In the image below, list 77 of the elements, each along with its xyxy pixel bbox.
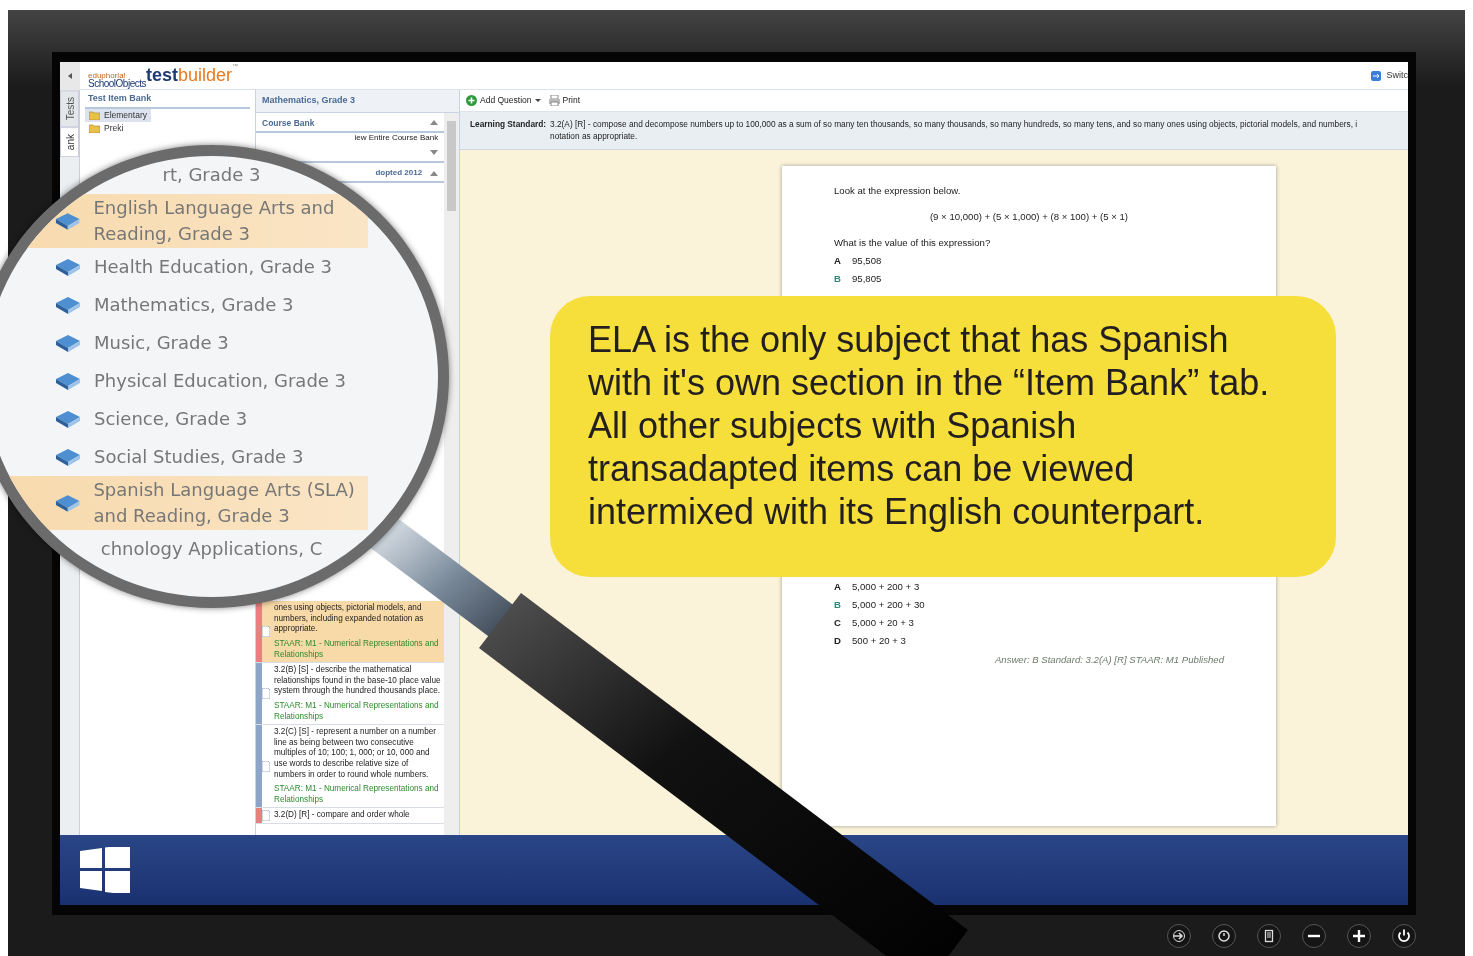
choice-text: 95,805	[852, 271, 882, 286]
choice-letter: D	[834, 633, 842, 648]
course-bank-link[interactable]: iew Entire Course Bank	[348, 133, 445, 144]
staar-category: STAAR: M1 - Numerical Representations and Relationships	[273, 783, 440, 806]
book-icon	[54, 447, 82, 467]
course-item[interactable]: Mathematics, Grade 3	[0, 286, 368, 324]
plus-icon[interactable]	[1347, 924, 1371, 948]
circle-icon[interactable]	[1212, 924, 1236, 948]
windows-logo-icon[interactable]	[80, 847, 130, 893]
scrollbar[interactable]	[444, 112, 459, 835]
book-icon	[54, 295, 82, 315]
choice-letter: A	[834, 253, 842, 268]
switch-link[interactable]: Switc	[1386, 68, 1408, 83]
course-item[interactable]: chnology Applications, C	[100, 530, 323, 568]
side-tab[interactable]: Tests	[60, 90, 79, 128]
standard-description: 3.2(A) [R] - compose and decompose numbers up to 100,000 as a sum of so many ten thousands, so many thousands, so many hundreds, so many tens, and so many ones using objects, pictorial models, and numbers, i	[550, 118, 1358, 131]
standard-item[interactable]: 3.2(B) [S] - describe the mathematical relationships found in the base-10 place value system through the hundred thousands place. STAAR: M1 - Numerical Representations and Relationships	[256, 663, 445, 726]
standard-text: ones using objects, pictorial models, and numbers, including expanded notation as appropriate.	[273, 602, 425, 636]
book-icon	[54, 333, 82, 353]
section-title: dopted 2012	[375, 167, 423, 180]
choice-text: 95,508	[852, 253, 882, 268]
folder-item[interactable]: Preki	[85, 121, 128, 135]
staar-category: STAAR: M1 - Numerical Representations and Relationships	[273, 638, 440, 661]
question-text: What is the value of this expression?	[834, 235, 992, 250]
printer-icon	[548, 95, 560, 106]
choice-text: 5,000 + 20 + 3	[852, 615, 914, 630]
course-item[interactable]: Health Education, Grade 3	[0, 248, 368, 286]
standard-text: 3.2(D) [R] - compare and order whole	[273, 809, 411, 822]
book-icon	[54, 211, 82, 231]
standard-description: notation as appropriate.	[550, 130, 639, 143]
document-icon	[262, 810, 270, 822]
logo-product-text: test	[146, 64, 178, 87]
answer-details: Answer: B Standard: 3.2(A) [R] STAAR: M1 Published	[993, 652, 1224, 667]
course-item[interactable]: Science, Grade 3	[0, 400, 368, 438]
standard-text: 3.2(B) [S] - describe the mathematical relationships found in the base-10 place value system through the hundred thousands place.	[273, 664, 442, 698]
switch-icon[interactable]	[1370, 69, 1383, 82]
caret-icon	[534, 99, 541, 102]
standard-item[interactable]: ones using objects, pictorial models, and numbers, including expanded notation as appropriate. STAAR: M1 - Numerical Representations and Relationships	[256, 601, 445, 664]
callout-text: ELA is the only subject that has Spanish with it's own section in the “Item Bank” tab. All other subjects with Spanish transadapted items can be viewed intermixed with its English counterpart.	[550, 296, 1336, 577]
course-item[interactable]: Physical Education, Grade 3	[0, 362, 368, 400]
course-item[interactable]: rt, Grade 3	[162, 156, 261, 194]
dropdown-caret-icon[interactable]	[430, 149, 439, 155]
collapse-icon[interactable]	[68, 71, 72, 80]
choice-letter: B	[834, 597, 842, 612]
collapse-icon[interactable]	[430, 170, 439, 176]
choice-letter: C	[834, 615, 842, 630]
book-icon	[54, 493, 82, 513]
book-icon	[54, 257, 82, 277]
choice-letter: B	[834, 271, 842, 286]
collapse-icon[interactable]	[430, 120, 439, 126]
course-item[interactable]: Music, Grade 3	[0, 324, 368, 362]
logo-tagline: eduphoria!	[88, 73, 126, 79]
minus-icon[interactable]	[1302, 924, 1326, 948]
input-icon[interactable]	[1167, 924, 1191, 948]
folder-icon	[89, 110, 100, 120]
logo-product-text: builder	[178, 64, 233, 87]
staar-category: STAAR: M1 - Numerical Representations and Relationships	[273, 700, 440, 723]
plus-icon	[466, 95, 477, 106]
choice-letter: A	[834, 579, 842, 594]
math-expression: (9 × 10,000) + (5 × 1,000) + (8 × 100) + (5 × 1)	[928, 209, 1130, 224]
choice-text: 5,000 + 200 + 3	[852, 579, 920, 594]
standard-label: Learning Standard:	[470, 118, 547, 131]
question-prompt: Look at the expression below.	[834, 183, 962, 198]
print-button[interactable]: Print	[548, 94, 580, 107]
choice-text: 500 + 20 + 3	[852, 633, 906, 648]
section-title: Course Bank	[262, 116, 315, 130]
standard-text: 3.2(C) [S] - represent a number on a number line as being between two consecutive multiples of 10; 100; 1, 000; or 10, 000 and use words to describe relative size of numbers in order to round whole numbers.	[273, 726, 437, 781]
column-title: Mathematics, Grade 3	[256, 90, 459, 113]
side-tab[interactable]: ank	[60, 127, 79, 158]
book-icon	[54, 371, 82, 391]
add-question-button[interactable]: Add Question	[466, 94, 541, 107]
power-icon[interactable]	[1392, 924, 1416, 948]
book-icon	[54, 409, 82, 429]
choice-text: 5,000 + 200 + 30	[852, 597, 925, 612]
logo-brand-text: SchoolObjects	[88, 79, 146, 89]
course-item[interactable]: Social Studies, Grade 3	[0, 438, 368, 476]
standard-item[interactable]: 3.2(D) [R] - compare and order whole	[256, 808, 445, 824]
